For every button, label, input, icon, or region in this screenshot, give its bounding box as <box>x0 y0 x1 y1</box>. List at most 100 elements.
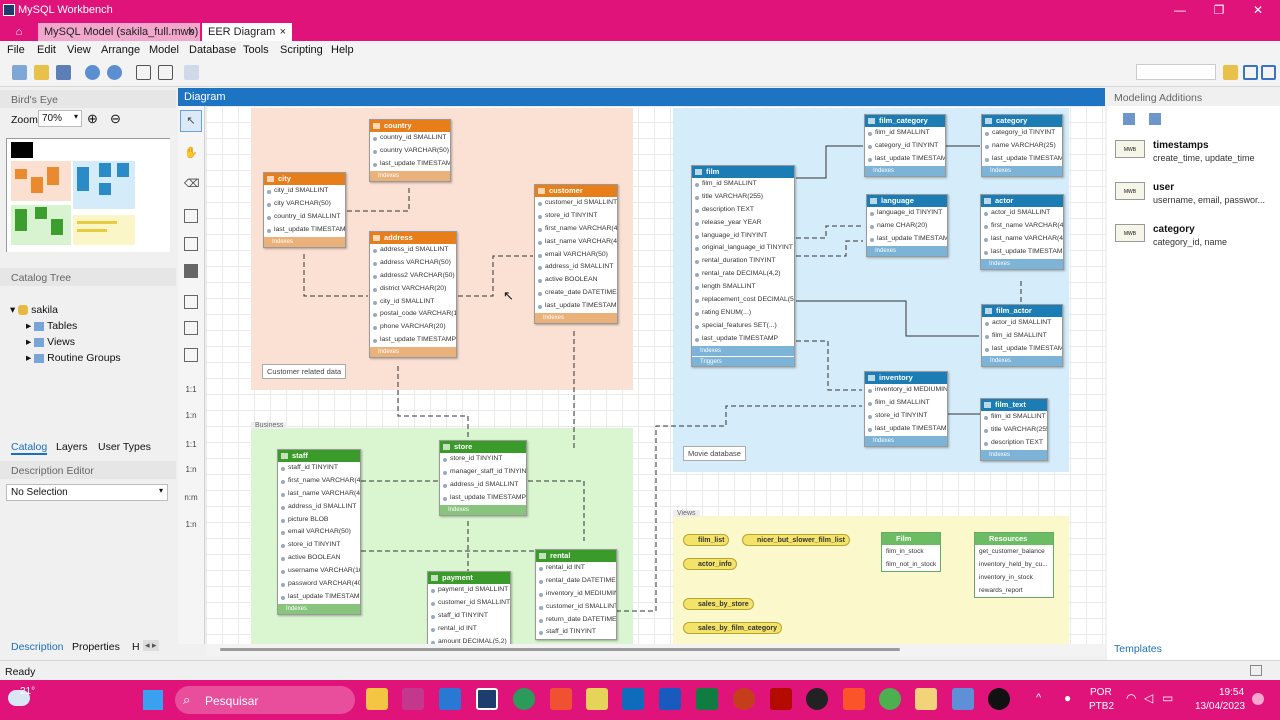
description-object-select[interactable]: No Selection ▾ <box>6 484 168 501</box>
messenger-icon[interactable] <box>806 688 828 710</box>
redo-icon[interactable] <box>107 65 122 80</box>
menu-edit[interactable]: Edit <box>37 44 56 56</box>
battery-icon[interactable]: ▭ <box>1162 691 1173 705</box>
relationship-existing-icon[interactable]: 1:n <box>184 518 198 532</box>
network-app-icon[interactable] <box>952 688 974 710</box>
hs-app-icon[interactable] <box>513 688 535 710</box>
outlook-icon[interactable] <box>622 688 644 710</box>
diagram-canvas[interactable]: Customer related data Movie database Bus… <box>206 106 1105 644</box>
routine-group-film[interactable]: Film film_in_stock film_not_in_stock <box>881 532 941 572</box>
notes-icon[interactable] <box>586 688 608 710</box>
view-film-list[interactable]: film_list <box>683 534 730 546</box>
indexes-section[interactable]: Indexes <box>865 165 945 176</box>
table-film-text[interactable]: film_text film_id SMALLINT title VARCHAR… <box>980 398 1048 461</box>
routine-group-tool-icon[interactable] <box>184 348 198 362</box>
scrollbar-thumb[interactable] <box>220 648 900 651</box>
vscode-icon[interactable] <box>439 688 461 710</box>
undo-icon[interactable] <box>85 65 100 80</box>
indexes-section[interactable]: Indexes <box>981 449 1047 460</box>
tab-scroll-arrows-icon[interactable]: ◂ ▸ <box>143 640 159 651</box>
view-nicer-but-slower-film-list[interactable]: nicer_but_slower_film_list <box>742 534 850 546</box>
git-icon[interactable] <box>550 688 572 710</box>
close-tab-icon[interactable]: × <box>188 23 194 41</box>
tab-layers[interactable]: Layers <box>56 441 88 453</box>
tab-properties[interactable]: Properties <box>72 641 120 653</box>
view-sales-by-film-category[interactable]: sales_by_film_category <box>683 622 782 634</box>
table-film[interactable]: film film_id SMALLINT title VARCHAR(255)… <box>691 165 795 367</box>
align-grid-icon[interactable] <box>158 65 173 80</box>
indexes-section[interactable]: Indexes <box>440 504 526 515</box>
menu-view[interactable]: View <box>67 44 91 56</box>
taskbar-search-box[interactable]: ⌕ Pesquisar <box>175 686 355 714</box>
menu-database[interactable]: Database <box>189 44 236 56</box>
keyboard-lang[interactable]: POR <box>1090 687 1112 698</box>
view-actor-info[interactable]: actor_info <box>683 558 737 570</box>
table-payment[interactable]: payment payment_id SMALLINT customer_id … <box>427 571 511 644</box>
tab-model[interactable]: MySQL Model (sakila_full.mwb) × <box>38 23 200 41</box>
indexes-section[interactable]: Indexes <box>535 313 617 324</box>
volume-icon[interactable]: ◁ <box>1144 691 1153 705</box>
table-film-category[interactable]: film_category film_id SMALLINT category_… <box>864 114 946 177</box>
store-icon[interactable] <box>402 688 424 710</box>
table-category[interactable]: category category_id TINYINT name VARCHA… <box>981 114 1063 177</box>
relationship-1-n-icon[interactable]: 1:n <box>184 409 198 423</box>
new-model-icon[interactable] <box>12 65 27 80</box>
addition-user[interactable]: MWB user username, email, passwor... <box>1115 180 1275 214</box>
indexes-section[interactable]: Indexes <box>278 603 360 614</box>
tree-schema-sakila[interactable]: ▾ sakila <box>10 304 58 316</box>
word-icon[interactable] <box>659 688 681 710</box>
clock-time[interactable]: 19:54 <box>1219 687 1244 698</box>
table-address[interactable]: address address_id SMALLINT address VARC… <box>369 231 457 359</box>
relationship-1-1-icon[interactable]: 1:1 <box>184 383 198 397</box>
tree-item-routine-groups[interactable]: ▸ Routine Groups <box>26 352 121 364</box>
mysql-workbench-taskbar-icon[interactable] <box>476 688 498 710</box>
tray-chevron-icon[interactable]: ^ <box>1036 692 1041 704</box>
add-template-icon[interactable] <box>1123 113 1135 125</box>
pointer-tool-icon[interactable]: ↖ <box>180 110 202 132</box>
windows-start-icon[interactable] <box>143 690 163 710</box>
menu-arrange[interactable]: Arrange <box>101 44 140 56</box>
table-country[interactable]: country country_id SMALLINT country VARC… <box>369 119 451 182</box>
zoom-in-icon[interactable]: ⊕ <box>87 111 98 127</box>
search-input[interactable] <box>1136 64 1216 80</box>
tab-description[interactable]: Description <box>11 641 64 653</box>
brave-icon[interactable] <box>843 688 865 710</box>
table-city[interactable]: city city_id SMALLINT city VARCHAR(50) c… <box>263 172 346 248</box>
indexes-section[interactable]: Indexes <box>865 435 947 446</box>
tab-history[interactable]: H <box>132 641 140 653</box>
hand-tool-icon[interactable]: ✋ <box>184 146 198 160</box>
table-inventory[interactable]: inventory inventory_id MEDIUMINT film_id… <box>864 371 948 447</box>
addition-category[interactable]: MWB category category_id, name <box>1115 222 1275 256</box>
image-tool-icon[interactable] <box>184 264 198 278</box>
minimize-button[interactable]: — <box>1165 2 1195 18</box>
menu-tools[interactable]: Tools <box>243 44 269 56</box>
tab-templates[interactable]: Templates <box>1114 643 1162 655</box>
table-actor[interactable]: actor actor_id SMALLINT first_name VARCH… <box>980 194 1064 270</box>
media-icon[interactable] <box>915 688 937 710</box>
zoom-out-icon[interactable]: ⊖ <box>110 111 121 127</box>
note-tool-icon[interactable] <box>184 237 198 251</box>
output-toggle-icon[interactable] <box>1250 665 1262 676</box>
relationship-n-m-icon[interactable]: n:m <box>184 491 198 505</box>
notifications-icon[interactable] <box>1252 693 1264 705</box>
zoom-select[interactable]: 70% ▾ <box>38 110 82 127</box>
github-icon[interactable] <box>988 688 1010 710</box>
indexes-section[interactable]: Indexes <box>982 355 1062 366</box>
toggle-grid-icon[interactable] <box>136 65 151 80</box>
menu-help[interactable]: Help <box>331 44 354 56</box>
indexes-section[interactable]: Indexes <box>370 347 456 358</box>
search-icon[interactable] <box>1223 65 1238 80</box>
indexes-section[interactable]: Indexes <box>264 236 345 247</box>
table-tool-icon[interactable] <box>184 295 198 309</box>
indexes-section[interactable]: Indexes <box>982 165 1062 176</box>
close-tab-icon[interactable]: × <box>280 23 286 41</box>
maximize-button[interactable]: ❐ <box>1204 2 1234 18</box>
indexes-section[interactable]: Indexes <box>867 245 947 256</box>
view-sales-by-store[interactable]: sales_by_store <box>683 598 754 610</box>
microphone-icon[interactable]: ● <box>1064 691 1071 705</box>
table-language[interactable]: language language_id TINYINT name CHAR(2… <box>866 194 948 257</box>
table-film-actor[interactable]: film_actor actor_id SMALLINT film_id SMA… <box>981 304 1063 367</box>
keyboard-layout[interactable]: PTB2 <box>1089 701 1114 712</box>
menu-model[interactable]: Model <box>149 44 179 56</box>
table-customer[interactable]: customer customer_id SMALLINT store_id T… <box>534 184 618 325</box>
